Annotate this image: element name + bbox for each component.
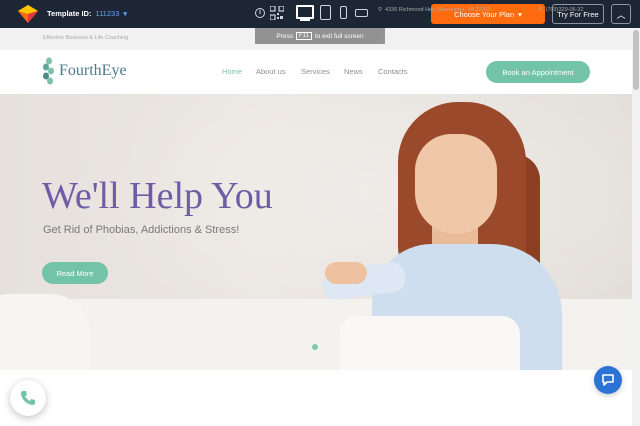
chat-button[interactable] [594,366,622,394]
sofa-cushion-image [340,316,520,370]
phone-text: (703)329-06-32 [545,7,584,13]
fullscreen-tip-after: to exit full screen [314,32,364,40]
woman-hand-image [325,262,367,284]
template-id[interactable]: Template ID: 111233 ▾ [47,9,127,18]
nav-services[interactable]: Services [301,67,330,76]
brand-name: FourthEye [59,62,127,79]
leaf-logo-icon [43,57,54,85]
hero-title: We'll Help You [42,175,273,217]
call-button[interactable] [10,380,46,416]
nav-news[interactable]: News [344,67,363,76]
chevron-down-icon: ▾ [518,9,522,19]
tablet-icon[interactable] [320,5,331,20]
chevron-down-icon: ▾ [123,10,127,18]
landscape-icon[interactable] [355,9,368,17]
slider-dot-1[interactable] [302,344,308,350]
fullscreen-tip-before: Press [276,32,293,40]
desktop-stand [300,19,310,21]
slider-dot-3[interactable] [322,344,328,350]
qr-icon[interactable] [270,6,284,20]
mobile-icon[interactable] [340,6,347,19]
brand-logo[interactable]: FourthEye [42,57,127,85]
phone-icon: ✆ [538,7,543,13]
tagline: Effective Business & Life Coaching [43,35,129,41]
fullscreen-tip-key: F11 [295,32,312,40]
nav-about[interactable]: About us [256,67,286,76]
call-icon [21,391,35,405]
nav-contacts[interactable]: Contacts [378,67,408,76]
preview-toolbar: Template ID: 111233 ▾ i Choose Your Plan… [0,0,640,28]
page: Template ID: 111233 ▾ i Choose Your Plan… [0,0,640,426]
address-text: 4336 Richmond Hwy, Alexandria, VA 22303 [385,7,491,13]
book-appointment-button[interactable]: Book an Appointment [486,61,590,83]
desktop-icon[interactable] [296,5,314,19]
phone-number[interactable]: ✆ (703)329-06-32 [538,7,584,13]
read-more-button[interactable]: Read More [42,262,108,284]
woman-face-image [415,134,497,234]
chevron-up-icon[interactable]: ︿ [611,4,631,24]
fullscreen-tip: Press F11 to exit full screen [255,28,385,44]
chat-icon [602,374,614,386]
nav-home[interactable]: Home [222,67,242,76]
map-pin-icon: ⚲ [378,7,383,13]
slider-dots [302,344,328,350]
template-label: Template ID: [47,9,92,18]
info-icon[interactable]: i [255,8,265,18]
logo-icon[interactable] [18,5,38,23]
template-id-value: 111233 [95,9,120,18]
hero-slider: We'll Help You Get Rid of Phobias, Addic… [0,94,632,370]
hero-subtitle: Get Rid of Phobias, Addictions & Stress! [43,224,240,236]
slider-dot-2[interactable] [312,344,318,350]
sofa-arm-image [0,294,90,370]
scrollbar-thumb[interactable] [633,30,639,90]
address[interactable]: ⚲ 4336 Richmond Hwy, Alexandria, VA 2230… [378,7,491,13]
